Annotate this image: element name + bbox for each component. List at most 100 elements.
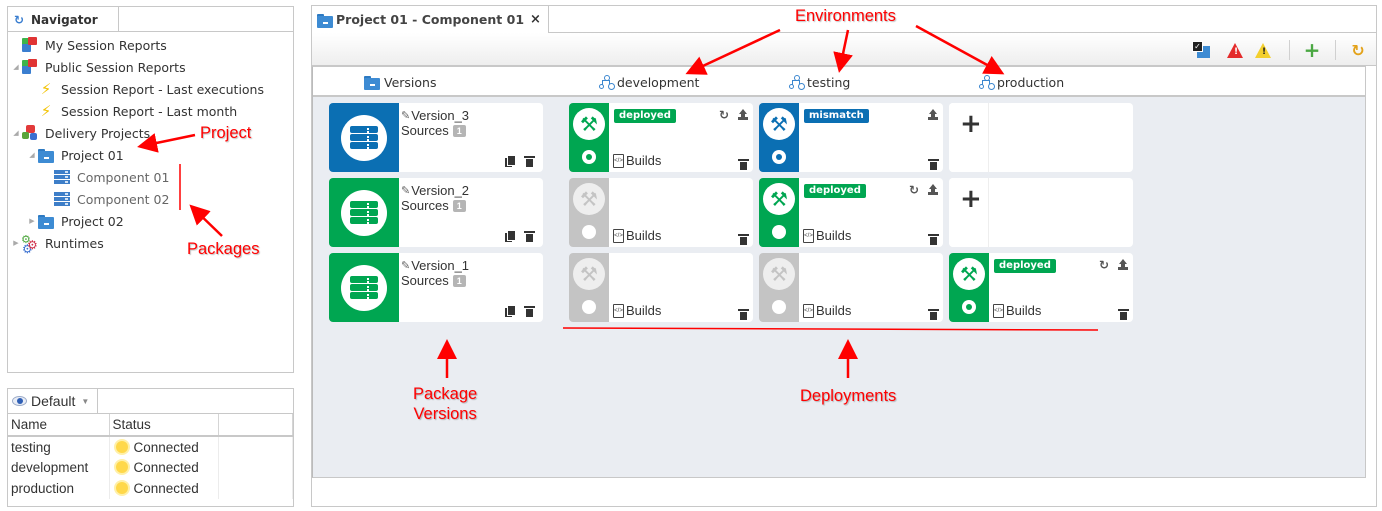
trash-icon[interactable]: [1118, 309, 1129, 320]
sun-icon: [115, 440, 128, 453]
selection-radio[interactable]: [582, 300, 596, 314]
sources-link[interactable]: Sources 1: [401, 198, 466, 213]
close-icon[interactable]: ×: [530, 12, 541, 27]
trash-icon[interactable]: [524, 156, 535, 167]
table-row[interactable]: development Connected: [8, 457, 293, 478]
version-name[interactable]: ✎ Version_2: [401, 183, 469, 198]
plus-icon[interactable]: +: [960, 111, 982, 137]
upload-icon[interactable]: [1118, 259, 1128, 270]
sources-link[interactable]: Sources 1: [401, 123, 466, 138]
add-deployment-card[interactable]: +: [949, 178, 1133, 247]
column-header-testing[interactable]: testing: [789, 67, 850, 97]
column-header-name[interactable]: Name: [8, 414, 110, 437]
deployment-card[interactable]: ⚒ </> Builds: [569, 178, 753, 247]
errors-button[interactable]: !: [1226, 41, 1244, 59]
tree-item[interactable]: Component 01: [8, 166, 293, 188]
collapsed-toggle-icon[interactable]: ▶: [28, 217, 36, 225]
upload-icon[interactable]: [928, 109, 938, 120]
trash-icon[interactable]: [928, 309, 939, 320]
plus-icon[interactable]: +: [960, 186, 982, 212]
navigator-tab[interactable]: ↻ Navigator: [8, 7, 119, 32]
table-row[interactable]: testing Connected: [8, 436, 293, 457]
tree-item[interactable]: ◢ Public Session Reports: [8, 56, 293, 78]
add-deployment-card[interactable]: +: [949, 103, 1133, 172]
selection-radio[interactable]: [772, 225, 786, 239]
copy-icon[interactable]: [505, 156, 515, 167]
builds-link[interactable]: </> Builds: [993, 303, 1041, 318]
collapsed-toggle-icon[interactable]: ▶: [12, 239, 20, 247]
trash-icon[interactable]: [738, 309, 749, 320]
builds-link[interactable]: </> Builds: [803, 228, 851, 243]
editor-toolbar: ! ! + ↻: [312, 33, 1376, 66]
selection-radio[interactable]: [962, 300, 976, 314]
column-header-status[interactable]: Status: [109, 414, 219, 437]
status-badge: deployed: [994, 259, 1056, 273]
tools-icon: ⚒: [763, 183, 795, 215]
deployment-card[interactable]: ⚒ </> Builds: [759, 253, 943, 322]
table-row[interactable]: production Connected: [8, 478, 293, 499]
tree-item[interactable]: ⚡ Session Report - Last executions: [8, 78, 293, 100]
trash-icon[interactable]: [738, 159, 749, 170]
column-header-production[interactable]: production: [979, 67, 1064, 97]
selection-radio[interactable]: [582, 225, 596, 239]
select-package-button[interactable]: [1192, 41, 1210, 59]
warnings-button[interactable]: !: [1254, 41, 1272, 59]
upload-icon[interactable]: [738, 109, 748, 120]
refresh-button[interactable]: ↻: [1349, 41, 1367, 60]
edit-icon[interactable]: ✎: [401, 259, 410, 272]
version-card[interactable]: ✎ Version_1 Sources 1: [329, 253, 543, 322]
package-server-icon: [341, 265, 387, 311]
upload-icon[interactable]: [928, 184, 938, 195]
trash-icon[interactable]: [928, 159, 939, 170]
refresh-icon[interactable]: ↻: [909, 183, 919, 197]
lightning-icon: ⚡: [40, 80, 52, 98]
deployment-card-banner: ⚒: [569, 253, 609, 322]
tab-project-01-component-01[interactable]: Project 01 - Component 01 ×: [312, 6, 549, 33]
add-button[interactable]: +: [1303, 40, 1321, 60]
builds-link[interactable]: </> Builds: [613, 303, 661, 318]
version-name[interactable]: ✎ Version_1: [401, 258, 469, 273]
trash-icon[interactable]: [524, 231, 535, 242]
trash-icon[interactable]: [524, 306, 535, 317]
builds-link[interactable]: </> Builds: [613, 153, 661, 168]
builds-link[interactable]: </> Builds: [803, 303, 851, 318]
trash-icon[interactable]: [738, 234, 749, 245]
deployment-card[interactable]: ⚒ deployed ↻ </> Builds: [949, 253, 1133, 322]
tree-item[interactable]: Component 02: [8, 188, 293, 210]
builds-link[interactable]: </> Builds: [613, 228, 661, 243]
selection-radio[interactable]: [772, 150, 786, 164]
version-name[interactable]: ✎ Version_3: [401, 108, 469, 123]
tree-item[interactable]: ▶ Project 02: [8, 210, 293, 232]
edit-icon[interactable]: ✎: [401, 109, 410, 122]
refresh-icon[interactable]: ↻: [719, 108, 729, 122]
column-header-development[interactable]: development: [599, 67, 699, 97]
deployment-card[interactable]: ⚒ deployed ↻ </> Builds: [569, 103, 753, 172]
empty-cell: [218, 478, 293, 499]
deployment-card[interactable]: ⚒ </> Builds: [569, 253, 753, 322]
deployment-card[interactable]: ⚒ mismatch: [759, 103, 943, 172]
tools-icon: ⚒: [573, 258, 605, 290]
expanded-toggle-icon[interactable]: ◢: [12, 129, 20, 137]
tree-item-label: Delivery Projects: [45, 125, 151, 141]
selection-radio[interactable]: [772, 300, 786, 314]
copy-icon[interactable]: [505, 231, 515, 242]
tree-item[interactable]: My Session Reports: [8, 34, 293, 56]
trash-icon[interactable]: [928, 234, 939, 245]
expanded-toggle-icon[interactable]: ◢: [28, 151, 36, 159]
builds-label: Builds: [1006, 303, 1042, 318]
version-card[interactable]: ✎ Version_2 Sources 1: [329, 178, 543, 247]
version-card[interactable]: ✎ Version_3 Sources 1: [329, 103, 543, 172]
copy-icon[interactable]: [505, 306, 515, 317]
refresh-icon[interactable]: ↻: [1099, 258, 1109, 272]
deployment-card[interactable]: ⚒ deployed ↻ </> Builds: [759, 178, 943, 247]
edit-icon[interactable]: ✎: [401, 184, 410, 197]
deployment-card-banner: ⚒: [759, 178, 799, 247]
sources-label: Sources: [401, 198, 449, 213]
view-select[interactable]: Default ▼: [8, 389, 98, 414]
sources-link[interactable]: Sources 1: [401, 273, 466, 288]
tree-item[interactable]: ⚡ Session Report - Last month: [8, 100, 293, 122]
tree-item[interactable]: ◢ Project 01: [8, 144, 293, 166]
column-headers: Versions development testing production: [313, 67, 1365, 97]
selection-radio[interactable]: [582, 150, 596, 164]
expanded-toggle-icon[interactable]: ◢: [12, 63, 20, 71]
